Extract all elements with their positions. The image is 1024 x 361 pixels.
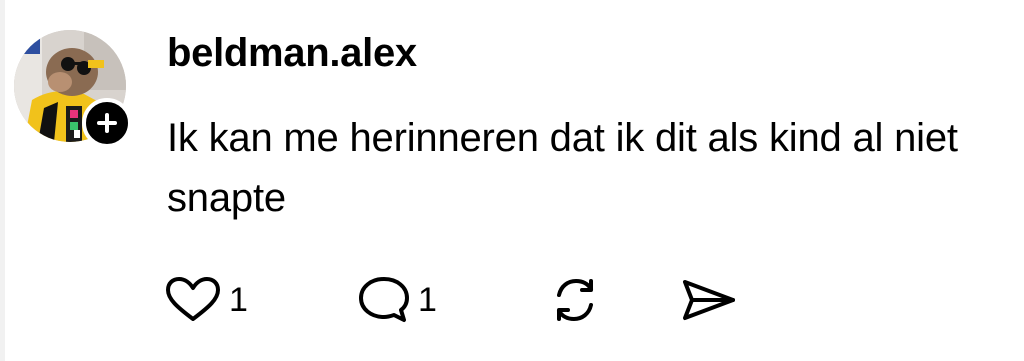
post-container: beldman.alex Ik kan me herinneren dat ik… <box>0 0 1024 361</box>
share-button[interactable] <box>679 275 739 325</box>
reply-count: 1 <box>418 281 437 319</box>
username[interactable]: beldman.alex <box>167 31 417 76</box>
heart-icon <box>166 277 220 321</box>
repost-icon <box>557 278 593 322</box>
like-count: 1 <box>229 281 248 319</box>
comment-icon <box>359 277 409 322</box>
left-edge-strip <box>0 0 5 361</box>
reply-button[interactable]: 1 <box>356 275 437 325</box>
action-bar: 1 1 <box>163 275 763 325</box>
post-text: Ik kan me herinneren dat ik dit als kind… <box>167 116 958 220</box>
send-icon <box>683 280 735 320</box>
plus-icon <box>97 113 117 133</box>
follow-button[interactable] <box>82 98 132 148</box>
like-button[interactable]: 1 <box>163 275 248 325</box>
repost-button[interactable] <box>547 275 603 325</box>
